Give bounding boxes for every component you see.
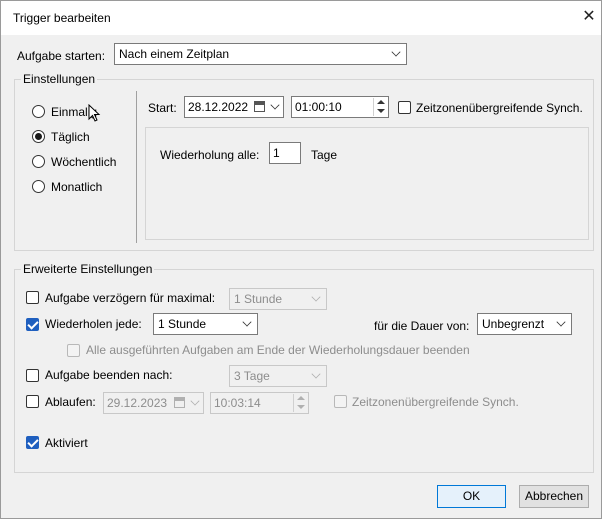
stop-after-label: Aufgabe beenden nach: [45,368,173,382]
chevron-down-icon [242,317,252,327]
tz-sync-label: Zeitzonenübergreifende Synch. [416,101,583,115]
radio-weekly-label: Wöchentlich [51,155,117,169]
stop-after-dropdown[interactable]: 3 Tage [229,365,327,387]
repeat-every-unit: Tage [311,148,338,162]
chevron-down-icon[interactable] [270,100,280,110]
radio-monthly-label: Monatlich [51,180,103,194]
title-bar: Trigger bearbeiten ✕ [1,1,601,35]
start-time-field[interactable]: 01:00:10 [291,96,389,118]
trigger-dialog: Trigger bearbeiten ✕ Aufgabe starten: Na… [0,0,602,519]
start-task-label: Aufgabe starten: [17,49,106,63]
radio-daily-label: Täglich [51,130,90,144]
tz-sync-checkbox[interactable] [398,101,411,114]
cancel-button[interactable]: Abbrechen [519,485,589,508]
start-date-value: 28.12.2022 [188,100,249,114]
expire-label: Ablaufen: [45,395,96,409]
duration-label: für die Dauer von: [374,319,470,333]
expire-tz-label: Zeitzonenübergreifende Synch. [352,395,519,409]
delay-label: Aufgabe verzögern für maximal: [45,291,216,305]
delay-dropdown[interactable]: 1 Stunde [229,288,327,310]
repeat-interval-dropdown[interactable]: 1 Stunde [153,313,258,335]
start-label: Start: [148,101,177,115]
dialog-title: Trigger bearbeiten [13,11,111,25]
recurrence-panel [145,127,589,240]
radio-monthly[interactable] [32,180,45,193]
stop-all-checkbox[interactable] [67,344,80,357]
ok-button[interactable]: OK [437,485,506,508]
stop-all-label: Alle ausgeführten Aufgaben am Ende der W… [86,343,470,357]
repeat-label: Wiederholen jede: [45,317,142,331]
settings-divider [136,91,137,243]
expire-tz-checkbox[interactable] [334,395,347,408]
repeat-checkbox[interactable] [26,318,39,331]
repeat-every-input[interactable]: 1 [269,142,301,164]
expire-time-field[interactable]: 10:03:14 [210,392,309,414]
enabled-checkbox[interactable] [26,436,39,449]
radio-once[interactable] [32,105,45,118]
duration-value: Unbegrenzt [482,317,545,331]
stop-after-checkbox[interactable] [26,369,39,382]
expire-checkbox[interactable] [26,395,39,408]
advanced-group-title: Erweiterte Einstellungen [21,262,155,276]
chevron-down-icon[interactable] [190,396,200,406]
spinner-icon[interactable] [293,394,307,412]
enabled-label: Aktiviert [45,436,88,450]
radio-daily[interactable] [32,130,45,143]
spinner-icon[interactable] [373,98,387,116]
chevron-down-icon [311,369,321,379]
start-task-value: Nach einem Zeitplan [119,47,230,61]
chevron-down-icon [311,292,321,302]
calendar-icon[interactable] [174,397,185,408]
expire-date-value: 29.12.2023 [107,396,168,410]
start-date-picker[interactable]: 28.12.2022 [184,96,284,118]
close-icon[interactable]: ✕ [579,7,599,27]
duration-dropdown[interactable]: Unbegrenzt [477,313,572,335]
stop-after-value: 3 Tage [234,369,270,383]
mouse-cursor-icon [88,104,101,122]
delay-value: 1 Stunde [234,292,283,306]
repeat-every-label: Wiederholung alle: [160,148,260,162]
settings-group-title: Einstellungen [21,72,98,86]
chevron-down-icon [391,47,401,57]
expire-time-value: 10:03:14 [214,396,261,410]
expire-date-picker[interactable]: 29.12.2023 [103,392,204,414]
repeat-interval-value: 1 Stunde [158,317,207,331]
calendar-icon[interactable] [254,101,265,112]
start-time-value: 01:00:10 [295,100,342,114]
delay-checkbox[interactable] [26,291,39,304]
chevron-down-icon [556,317,566,327]
start-task-dropdown[interactable]: Nach einem Zeitplan [114,43,407,65]
radio-weekly[interactable] [32,155,45,168]
repeat-every-value: 1 [273,146,280,160]
